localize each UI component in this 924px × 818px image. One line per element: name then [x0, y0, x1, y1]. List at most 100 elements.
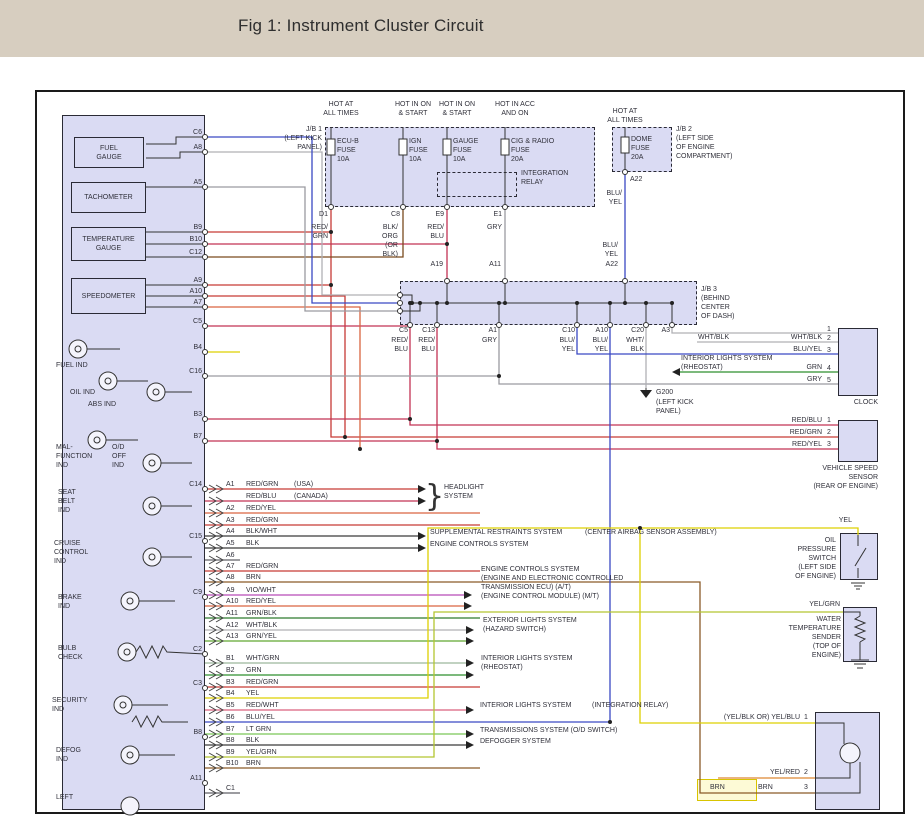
ground-symbol-g200: [640, 390, 652, 398]
row-color-label: BLK: [246, 539, 294, 548]
wire-row: B6BLU/YEL: [226, 713, 294, 722]
callout-srs: SUPPLEMENTAL RESTRAINTS SYSTEM: [430, 528, 562, 537]
fuse-label-ecub: ECU-B FUSE 10A: [337, 137, 359, 164]
callout-engine-controls-block: ENGINE CONTROLS SYSTEM (ENGINE AND ELECT…: [481, 565, 623, 601]
callout-engine-controls: ENGINE CONTROLS SYSTEM: [430, 540, 528, 549]
cluster-pin: B4: [178, 343, 202, 352]
oil-wire-label: YEL: [812, 516, 852, 525]
bulb-pin-3: 3: [804, 783, 812, 792]
water-wire-label: YEL/GRN: [796, 600, 840, 609]
wire-row: A9VIO/WHT: [226, 586, 294, 595]
row-color-label: BRN: [246, 573, 294, 582]
jb1-label: J/B 1 (LEFT KICK PANEL): [272, 125, 322, 152]
row-color-label: RED/GRN: [246, 678, 294, 687]
water-temp-sender-label: WATER TEMPERATURE SENDER (TOP OF ENGINE): [751, 615, 841, 660]
callout-srs-2: (CENTER AIRBAG SENSOR ASSEMBLY): [585, 528, 717, 537]
row-pin-label: A11: [226, 609, 246, 618]
wire-row: A7RED/GRN: [226, 562, 294, 571]
cluster-pin: C6: [178, 128, 202, 137]
clock-label: CLOCK: [840, 398, 878, 407]
pin-d1: D1: [288, 210, 328, 219]
wire-color-a22-2: BLU/ YEL: [578, 241, 618, 259]
jb3-wire-color: RED/ BLU: [378, 336, 408, 354]
wire-row: C1: [226, 784, 294, 793]
pin-a11-top: A11: [461, 260, 501, 269]
row-color-label: RED/GRN: [246, 516, 294, 525]
cluster-pin: C3: [178, 679, 202, 688]
jb3-pin: A10: [578, 326, 608, 335]
row-pin-label: A3: [226, 516, 246, 525]
row-pin-label: A1: [226, 480, 246, 489]
clock-wire-3: BLU/YEL: [784, 345, 822, 354]
row-pin-label: B7: [226, 725, 246, 734]
clock-pin: 5: [827, 376, 835, 385]
row-color-label: RED/YEL: [246, 504, 294, 513]
jb3-pin: C13: [405, 326, 435, 335]
jb3-wire-color: RED/ BLU: [405, 336, 435, 354]
fuse-label-dome: DOME FUSE 20A: [631, 135, 652, 162]
row-color-label: BRN: [246, 759, 294, 768]
indicator-label: SEAT BELT IND: [58, 488, 76, 515]
junction-dots: [329, 230, 674, 724]
cluster-pin: B8: [178, 728, 202, 737]
fuse-label-gauge: GAUGE FUSE 10A: [453, 137, 478, 164]
indicator-label: SECURITY IND: [52, 696, 87, 714]
cluster-pin: C15: [178, 532, 202, 541]
row-pin-label: B10: [226, 759, 246, 768]
cluster-pin: C9: [178, 588, 202, 597]
jb3-label: J/B 3 (BEHIND CENTER OF DASH): [701, 285, 734, 321]
indicator-label: O/D OFF IND: [112, 443, 126, 470]
indicator-label: MAL- FUNCTION IND: [56, 443, 92, 470]
row-color-label: GRN/YEL: [246, 632, 294, 641]
cluster-pin: A7: [178, 298, 202, 307]
pin-a22-out: A22: [630, 175, 642, 184]
callout-interior-lights-relay: INTERIOR LIGHTS SYSTEM: [480, 701, 571, 710]
row-color-label: YEL/GRN: [246, 748, 294, 757]
clock-pin: 3: [827, 346, 835, 355]
bulb-pin-1: 1: [804, 713, 812, 722]
vss-label: VEHICLE SPEED SENSOR (REAR OF ENGINE): [790, 464, 878, 491]
row-pin-label: B4: [226, 689, 246, 698]
oil-pressure-switch-label: OIL PRESSURE SWITCH (LEFT SIDE OF ENGINE…: [746, 536, 836, 581]
headlight-brace: }: [425, 479, 444, 514]
clock-wire-5: GRY: [784, 375, 822, 384]
ground-sublabel: (LEFT KICK PANEL): [656, 398, 694, 416]
fuse-label-cig-radio: CIG & RADIO FUSE 20A: [511, 137, 554, 164]
interior-lights-rheostat-callout: INTERIOR LIGHTS SYSTEM (RHEOSTAT): [681, 354, 772, 372]
wire-row: B4YEL: [226, 689, 294, 698]
pin-e9: E9: [404, 210, 444, 219]
indicator-label: BULB CHECK: [58, 644, 83, 662]
jb2-label: J/B 2 (LEFT SIDE OF ENGINE COMPARTMENT): [676, 125, 733, 161]
wire-row: A3RED/GRN: [226, 516, 294, 525]
wire-color-e1: GRY: [462, 223, 502, 232]
pin-a22-top: A22: [578, 260, 618, 269]
row-pin-label: A9: [226, 586, 246, 595]
row-color-label: RED/GRN: [246, 480, 294, 489]
row-color-label: RED/BLU: [246, 492, 294, 501]
row-pin-label: A8: [226, 573, 246, 582]
vss-wire: RED/BLU: [776, 416, 822, 425]
cluster-pin: A9: [178, 276, 202, 285]
wire-row: A1RED/GRN(USA): [226, 480, 313, 489]
vss-pin: 2: [827, 428, 835, 437]
cluster-pin: C14: [178, 480, 202, 489]
cluster-pin: B10: [178, 235, 202, 244]
bulb-wire-1: (YEL/BLK OR) YEL/BLU: [700, 713, 800, 722]
row-color-label: WHT/GRN: [246, 654, 294, 663]
power-rail-label: HOT IN ACC AND ON: [488, 100, 542, 118]
clock-pin: 2: [827, 334, 835, 343]
row-pin-label: A10: [226, 597, 246, 606]
wire-row: A13GRN/YEL: [226, 632, 294, 641]
row-color-label: RED/GRN: [246, 562, 294, 571]
row-pin-label: B9: [226, 748, 246, 757]
cluster-pin: A5: [178, 178, 202, 187]
wire-color-e9: RED/ BLU: [404, 223, 444, 241]
ground-label: G200: [656, 388, 673, 397]
wire-row: A2RED/YEL: [226, 504, 294, 513]
row-pin-label: B2: [226, 666, 246, 675]
power-rail-label: HOT AT ALL TIMES: [598, 107, 652, 125]
row-pin-label: B5: [226, 701, 246, 710]
wire-row: B2GRN: [226, 666, 294, 675]
cluster-pin: B7: [178, 432, 202, 441]
wire-color-c8: BLK/ ORG (OR BLK): [358, 223, 398, 259]
